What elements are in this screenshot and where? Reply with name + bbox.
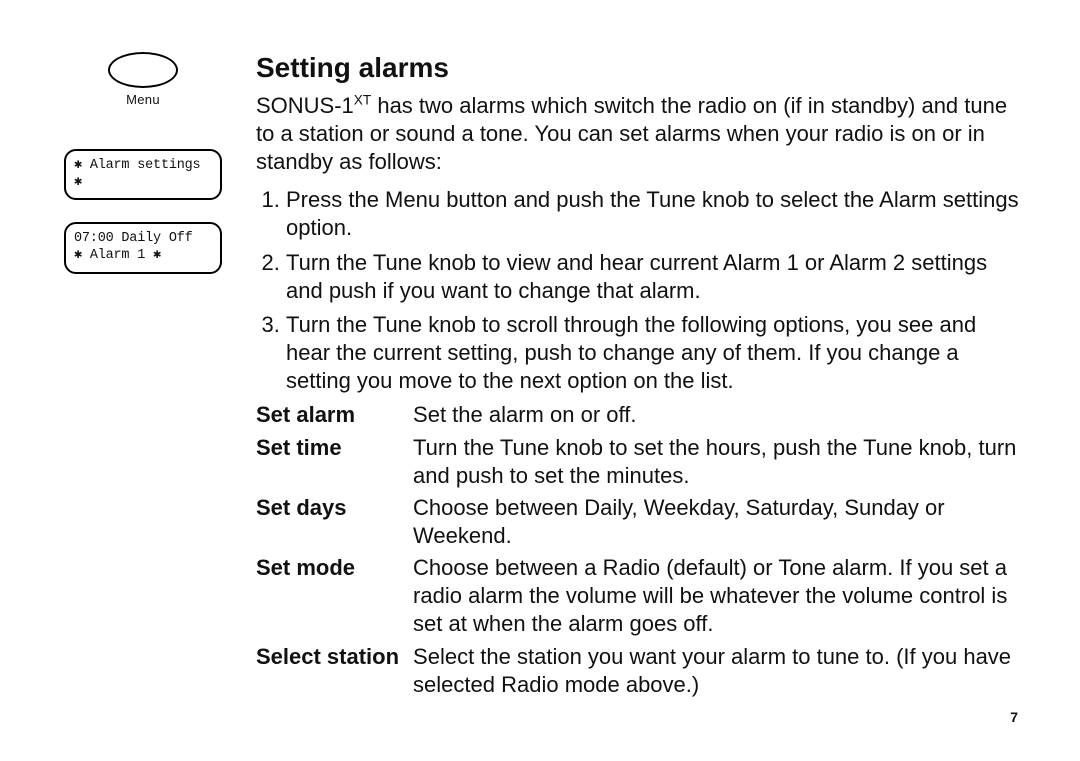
definition-term: Select station xyxy=(256,643,413,703)
lcd-line: ✱ Alarm 1 ✱ xyxy=(74,248,212,265)
lcd-line: 07:00 Daily Off xyxy=(74,231,212,248)
lcd-alarm-detail: 07:00 Daily Off ✱ Alarm 1 ✱ xyxy=(64,222,222,274)
definition-term: Set alarm xyxy=(256,401,413,433)
definition-row: Set time Turn the Tune knob to set the h… xyxy=(256,434,1022,494)
definition-desc: Select the station you want your alarm t… xyxy=(413,643,1022,703)
page-layout: Menu ✱ Alarm settings ✱ 07:00 Daily Off … xyxy=(58,50,1022,703)
lcd-alarm-settings: ✱ Alarm settings ✱ xyxy=(64,149,222,201)
definitions-table: Set alarm Set the alarm on or off. Set t… xyxy=(256,401,1022,703)
definition-row: Set mode Choose between a Radio (default… xyxy=(256,554,1022,642)
manual-page: Menu ✱ Alarm settings ✱ 07:00 Daily Off … xyxy=(0,0,1080,761)
step-item: Turn the Tune knob to scroll through the… xyxy=(286,311,1022,395)
definition-term: Set time xyxy=(256,434,413,494)
lcd-line: ✱ Alarm settings ✱ xyxy=(74,158,212,192)
product-name: SONUS-1 xyxy=(256,93,354,118)
definition-desc: Turn the Tune knob to set the hours, pus… xyxy=(413,434,1022,494)
steps-list: Press the Menu button and push the Tune … xyxy=(256,186,1022,395)
product-name-sup: XT xyxy=(354,93,371,108)
page-number: 7 xyxy=(1010,709,1018,727)
definition-term: Set mode xyxy=(256,554,413,642)
definition-row: Set days Choose between Daily, Weekday, … xyxy=(256,494,1022,554)
step-item: Turn the Tune knob to view and hear curr… xyxy=(286,249,1022,305)
intro-paragraph: SONUS-1XT has two alarms which switch th… xyxy=(256,92,1022,176)
definition-row: Set alarm Set the alarm on or off. xyxy=(256,401,1022,433)
section-heading: Setting alarms xyxy=(256,50,1022,86)
definition-term: Set days xyxy=(256,494,413,554)
main-content: Setting alarms SONUS-1XT has two alarms … xyxy=(256,50,1022,703)
menu-button-illustration xyxy=(108,52,178,88)
definition-row: Select station Select the station you wa… xyxy=(256,643,1022,703)
step-item: Press the Menu button and push the Tune … xyxy=(286,186,1022,242)
sidebar-illustrations: Menu ✱ Alarm settings ✱ 07:00 Daily Off … xyxy=(58,50,228,274)
definition-desc: Set the alarm on or off. xyxy=(413,401,1022,433)
definition-desc: Choose between Daily, Weekday, Saturday,… xyxy=(413,494,1022,554)
menu-button-label: Menu xyxy=(126,92,160,109)
definition-desc: Choose between a Radio (default) or Tone… xyxy=(413,554,1022,642)
